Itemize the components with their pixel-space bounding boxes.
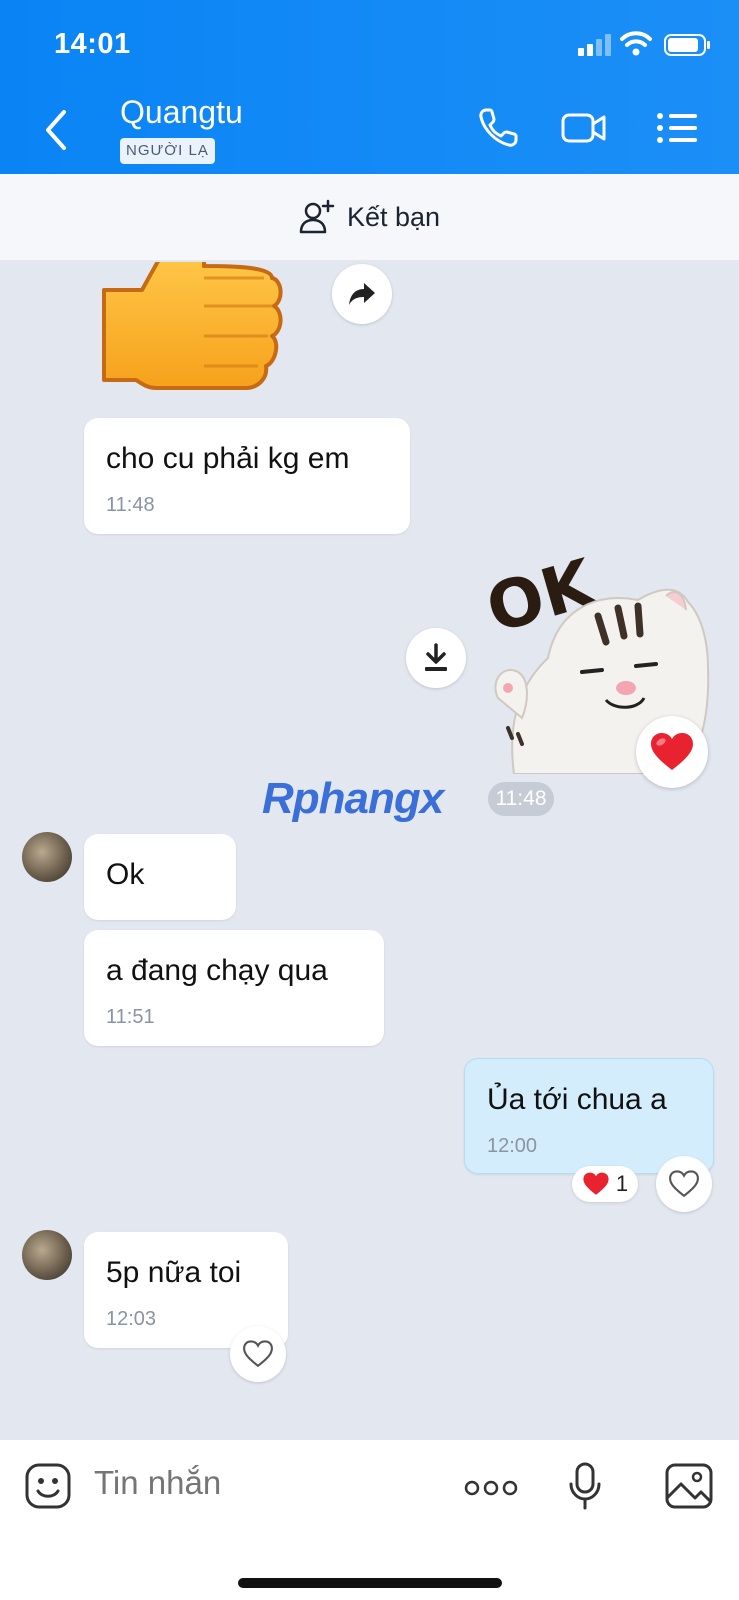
- video-call-icon[interactable]: [560, 104, 608, 152]
- back-icon[interactable]: [40, 108, 72, 152]
- home-indicator[interactable]: [238, 1578, 502, 1588]
- thumbs-up-sticker[interactable]: [96, 262, 292, 400]
- message-bubble[interactable]: a đang chạy qua 11:51: [84, 930, 384, 1046]
- message-time: 11:51: [106, 1006, 155, 1028]
- time-separator: 11:48: [488, 782, 554, 816]
- message-bubble[interactable]: Ok: [84, 834, 236, 920]
- message-text: 5p nữa toi: [106, 1256, 242, 1289]
- menu-list-icon[interactable]: [654, 104, 702, 152]
- battery-icon: [664, 34, 710, 56]
- chat-header: 14:01 Quangtu NGƯỜI LẠ: [0, 0, 739, 174]
- heart-outline-icon: [669, 1170, 699, 1198]
- message-text: Ủa tới chua a: [487, 1083, 667, 1116]
- heart-outline-icon: [243, 1340, 273, 1368]
- add-friend-bar[interactable]: Kết bạn: [0, 174, 739, 260]
- microphone-icon[interactable]: [568, 1462, 602, 1510]
- stranger-badge: NGƯỜI LẠ: [120, 138, 215, 164]
- phone-icon[interactable]: [474, 104, 522, 152]
- download-button[interactable]: [406, 628, 466, 688]
- heart-icon: [583, 1172, 609, 1195]
- contact-avatar[interactable]: [22, 1230, 72, 1280]
- message-input[interactable]: [94, 1464, 424, 1502]
- message-time: 11:48: [106, 494, 155, 516]
- react-button[interactable]: [656, 1156, 712, 1212]
- add-friend-icon: [299, 199, 335, 234]
- reaction-count: 1: [615, 1171, 629, 1196]
- more-icon[interactable]: [464, 1480, 518, 1496]
- status-time: 14:01: [54, 28, 131, 60]
- download-icon: [425, 643, 447, 671]
- add-friend-label: Kết bạn: [346, 201, 441, 232]
- message-text: a đang chạy qua: [106, 954, 328, 987]
- message-text: Ok: [106, 858, 145, 891]
- message-text: cho cu phải kg em: [106, 442, 350, 475]
- sticker-heart-reaction[interactable]: [636, 716, 708, 788]
- contact-avatar[interactable]: [22, 832, 72, 882]
- react-button[interactable]: [230, 1326, 286, 1382]
- message-bubble[interactable]: cho cu phải kg em 11:48: [84, 418, 410, 534]
- watermark: Rphangx: [262, 774, 444, 823]
- contact-name[interactable]: Quangtu: [120, 94, 243, 131]
- message-time: 12:03: [106, 1308, 157, 1330]
- share-button[interactable]: [332, 264, 392, 324]
- message-time: 12:00: [487, 1135, 538, 1157]
- message-composer: [0, 1440, 739, 1600]
- reaction-summary[interactable]: 1: [572, 1166, 638, 1202]
- wifi-icon: [620, 31, 652, 56]
- signal-icon: [578, 34, 611, 56]
- share-arrow-icon: [349, 283, 375, 305]
- heart-icon: [651, 733, 693, 770]
- emoji-icon[interactable]: [24, 1462, 72, 1510]
- image-icon[interactable]: [664, 1462, 714, 1510]
